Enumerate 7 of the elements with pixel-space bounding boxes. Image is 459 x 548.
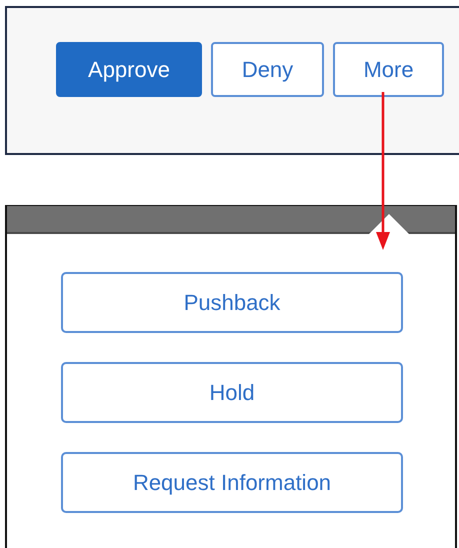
menu-option-button[interactable]: Hold bbox=[61, 362, 403, 423]
action-button[interactable]: More bbox=[333, 42, 444, 97]
menu-option-button[interactable]: Request Information bbox=[61, 452, 403, 513]
notch-icon bbox=[369, 214, 409, 234]
menu-option-button[interactable]: Pushback bbox=[61, 272, 403, 333]
action-button[interactable]: Approve bbox=[56, 42, 202, 97]
action-button[interactable]: Deny bbox=[211, 42, 324, 97]
